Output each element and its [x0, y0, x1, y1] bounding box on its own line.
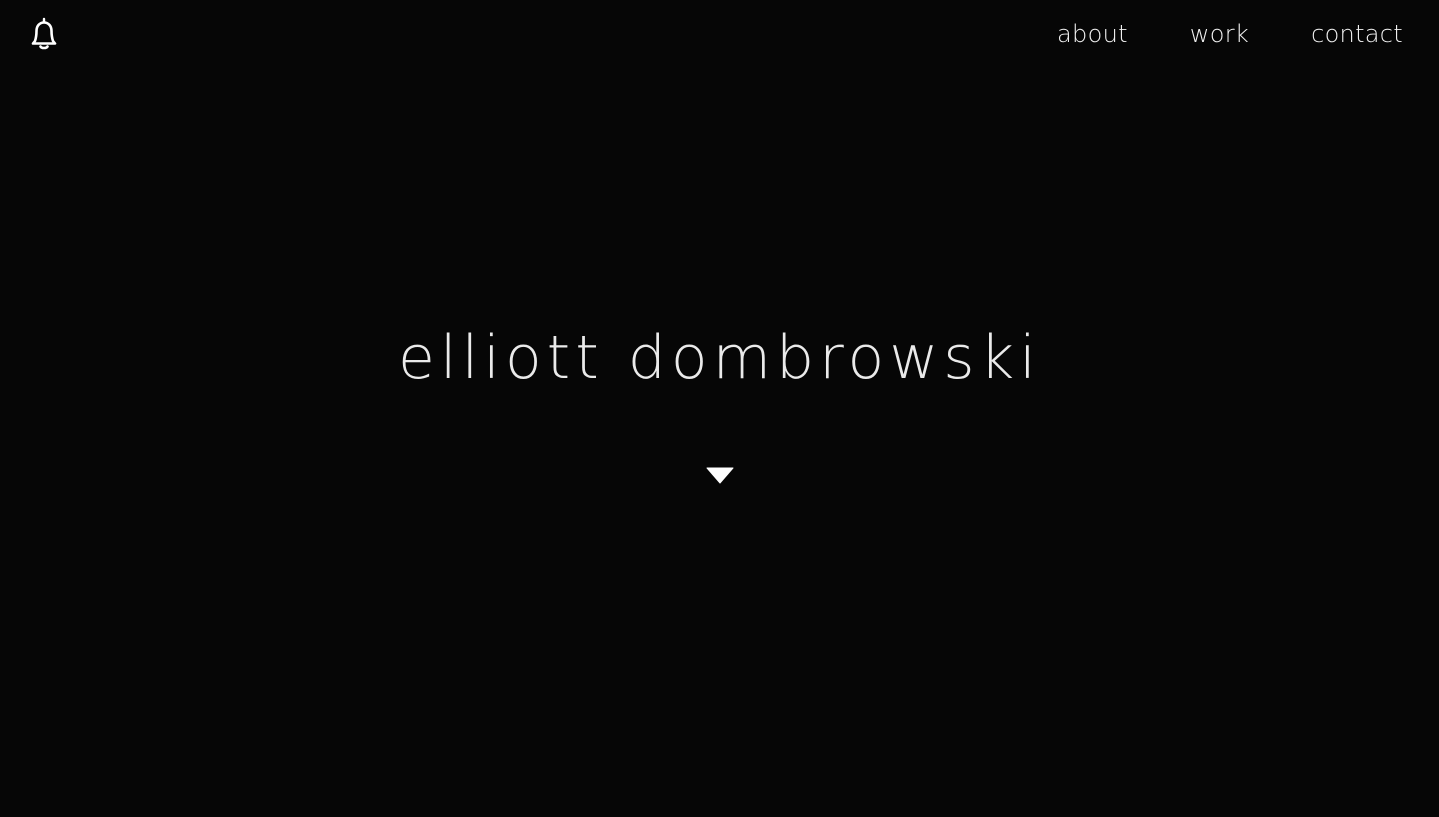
- nav-link-work[interactable]: work: [1190, 18, 1249, 50]
- caret-down-icon[interactable]: [706, 467, 734, 485]
- hero-title: elliott dombrowski: [398, 323, 1041, 393]
- nav-link-about[interactable]: about: [1057, 18, 1128, 50]
- main-nav: about work contact: [995, 18, 1403, 50]
- bell-icon[interactable]: [28, 17, 60, 51]
- nav-link-contact[interactable]: contact: [1311, 18, 1403, 50]
